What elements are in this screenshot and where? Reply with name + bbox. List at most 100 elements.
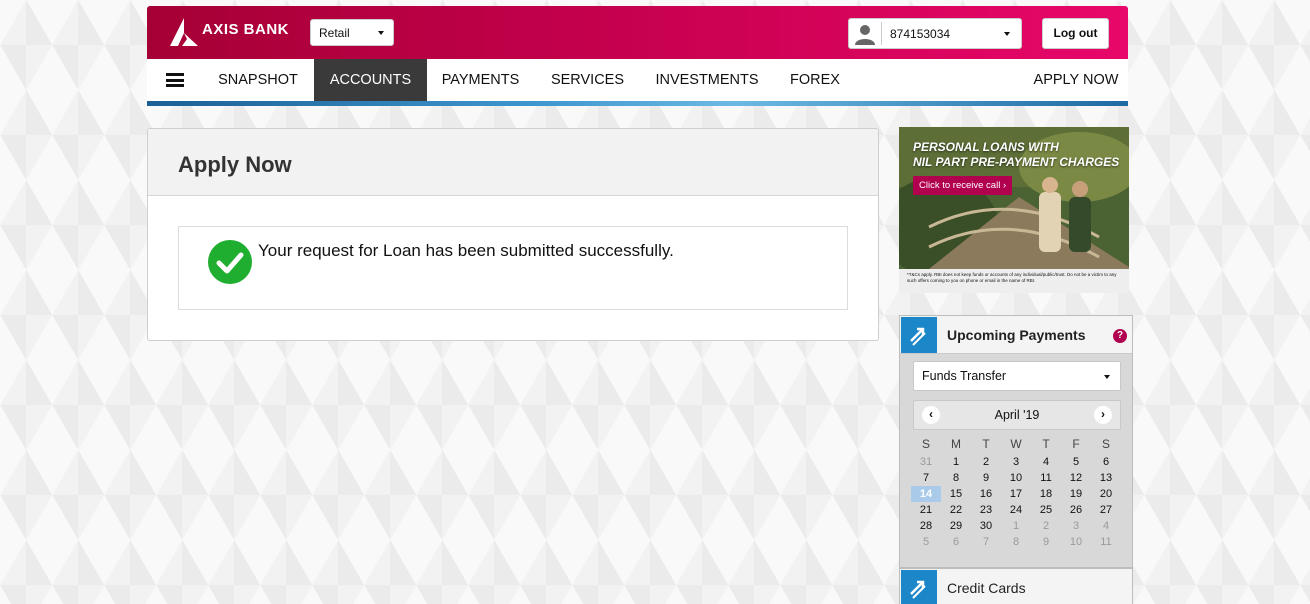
help-icon[interactable]: ? (1113, 329, 1127, 343)
apply-now-panel: Apply Now Your request for Loan has been… (147, 128, 879, 341)
calendar-day[interactable]: 7 (971, 534, 1001, 550)
calendar-day[interactable]: 22 (941, 502, 971, 518)
nav-payments[interactable]: PAYMENTS (429, 59, 532, 101)
calendar-day[interactable]: 8 (1001, 534, 1031, 550)
ad-cta-button[interactable]: Click to receive call › (913, 176, 1013, 195)
calendar-day[interactable]: 9 (971, 470, 1001, 486)
calendar-week: 14 15 16 17 18 19 20 (911, 486, 1121, 502)
customer-id: 874153034 (890, 27, 951, 41)
calendar-day[interactable]: 11 (1031, 470, 1061, 486)
ad-disclaimer: *T&Cs apply. RBI does not keep funds or … (907, 272, 1117, 283)
calendar-day[interactable]: 15 (941, 486, 971, 502)
calendar-day[interactable]: 16 (971, 486, 1001, 502)
calendar-day[interactable]: 14 (911, 486, 941, 502)
calendar-day[interactable]: 25 (1031, 502, 1061, 518)
weekday-label: T (982, 437, 990, 451)
calendar-day[interactable]: 6 (941, 534, 971, 550)
credit-cards-title[interactable]: Credit Cards (947, 580, 1026, 596)
caret-down-icon (1004, 32, 1010, 36)
nav-forex[interactable]: FOREX (780, 59, 850, 101)
calendar-day[interactable]: 21 (911, 502, 941, 518)
calendar-day[interactable]: 11 (1091, 534, 1121, 550)
calendar-day[interactable]: 24 (1001, 502, 1031, 518)
calendar-week: 5 6 7 8 9 10 11 (911, 534, 1121, 550)
ad-headline: PERSONAL LOANS WITH NIL PART PRE-PAYMENT… (913, 140, 1119, 170)
calendar-day[interactable]: 23 (971, 502, 1001, 518)
calendar-day[interactable]: 30 (971, 518, 1001, 534)
calendar-day[interactable]: 26 (1061, 502, 1091, 518)
calendar-day[interactable]: 29 (941, 518, 971, 534)
logout-button[interactable]: Log out (1042, 18, 1109, 49)
nav-accounts[interactable]: ACCOUNTS (314, 59, 427, 101)
calendar-day[interactable]: 10 (1001, 470, 1031, 486)
calendar-day[interactable]: 27 (1091, 502, 1121, 518)
success-check-icon (208, 240, 252, 284)
upcoming-payments-title: Upcoming Payments (947, 327, 1086, 343)
segment-select-value: Retail (319, 26, 350, 40)
user-avatar-icon (854, 23, 876, 45)
calendar-day[interactable]: 28 (911, 518, 941, 534)
weekday-label: W (1010, 437, 1022, 451)
calendar-day[interactable]: 5 (911, 534, 941, 550)
calendar-day[interactable]: 4 (1091, 518, 1121, 534)
hamburger-menu-icon[interactable] (166, 73, 184, 87)
main-nav: SNAPSHOT ACCOUNTS PAYMENTS SERVICES INVE… (147, 59, 1128, 101)
calendar-day[interactable]: 8 (941, 470, 971, 486)
next-month-icon[interactable]: › (1094, 406, 1112, 424)
calendar-day[interactable]: 18 (1031, 486, 1061, 502)
caret-down-icon (1104, 375, 1110, 379)
calendar-day[interactable]: 19 (1061, 486, 1091, 502)
calendar-day[interactable]: 3 (1061, 518, 1091, 534)
payment-type-value: Funds Transfer (922, 369, 1007, 383)
nav-apply-now[interactable]: APPLY NOW (1026, 59, 1126, 101)
calendar-week: 7 8 9 10 11 12 13 (911, 470, 1121, 486)
calendar-week: 31 1 2 3 4 5 6 (911, 454, 1121, 470)
nav-snapshot[interactable]: SNAPSHOT (205, 59, 311, 101)
calendar-day[interactable]: 10 (1061, 534, 1091, 550)
credit-cards-widget: Credit Cards (899, 568, 1133, 604)
calendar-day[interactable]: 3 (1001, 454, 1031, 470)
caret-down-icon (378, 31, 384, 35)
success-message: Your request for Loan has been submitted… (258, 241, 674, 260)
segment-select[interactable]: Retail (310, 19, 394, 46)
calendar-day[interactable]: 9 (1031, 534, 1061, 550)
calendar-day[interactable]: 5 (1061, 454, 1091, 470)
weekday-label: T (1042, 437, 1050, 451)
calendar-day[interactable]: 17 (1001, 486, 1031, 502)
calendar-day[interactable]: 2 (1031, 518, 1061, 534)
transfer-arrows-icon (901, 570, 937, 604)
calendar-grid: S M T W T F S 31 1 2 3 4 5 6 7 8 9 10 11 12 13 14 15 16 17 18 19 20… (911, 434, 1121, 550)
widget-header: Upcoming Payments ? (900, 316, 1132, 354)
nav-underline (147, 101, 1128, 106)
axis-bank-logo[interactable]: AXIS BANK (169, 17, 289, 47)
calendar-day[interactable]: 1 (941, 454, 971, 470)
weekday-row: SMTWTFS (911, 434, 1121, 454)
top-header: AXIS BANK Retail 874153034 Log out (147, 6, 1128, 59)
weekday-label: M (951, 437, 961, 451)
calendar-day[interactable]: 31 (911, 454, 941, 470)
calendar-day[interactable]: 4 (1031, 454, 1061, 470)
calendar-week: 28 29 30 1 2 3 4 (911, 518, 1121, 534)
payment-type-select[interactable]: Funds Transfer (913, 361, 1121, 391)
calendar-day[interactable]: 1 (1001, 518, 1031, 534)
calendar-day[interactable]: 13 (1091, 470, 1121, 486)
upcoming-payments-widget: Upcoming Payments ? Funds Transfer ‹ Apr… (899, 315, 1133, 568)
success-message-box: Your request for Loan has been submitted… (178, 226, 848, 310)
weekday-label: S (1101, 437, 1110, 451)
transfer-arrows-icon (901, 317, 937, 353)
calendar-day[interactable]: 20 (1091, 486, 1121, 502)
calendar-header: ‹ April '19 › (913, 400, 1121, 430)
nav-investments[interactable]: INVESTMENTS (647, 59, 767, 101)
calendar-day[interactable]: 2 (971, 454, 1001, 470)
calendar-week: 21 22 23 24 25 26 27 (911, 502, 1121, 518)
calendar-day[interactable]: 6 (1091, 454, 1121, 470)
brand-name: AXIS BANK (202, 20, 290, 38)
nav-services[interactable]: SERVICES (539, 59, 636, 101)
weekday-label: F (1072, 437, 1080, 451)
divider (881, 22, 882, 45)
calendar-day[interactable]: 7 (911, 470, 941, 486)
personal-loan-ad-banner[interactable]: PERSONAL LOANS WITH NIL PART PRE-PAYMENT… (899, 127, 1129, 293)
customer-id-select[interactable]: 874153034 (848, 18, 1022, 49)
ad-headline-line-1: PERSONAL LOANS WITH (913, 140, 1059, 154)
calendar-day[interactable]: 12 (1061, 470, 1091, 486)
